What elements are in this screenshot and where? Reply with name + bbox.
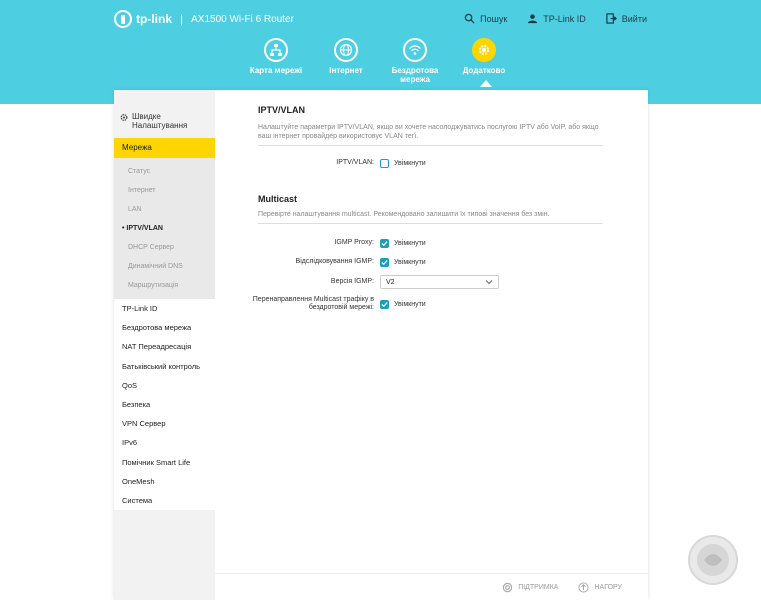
wireless-multicast-label: Перенаправлення Multicast трафіку в безд… [252,296,374,311]
sidebar-sub-dhcp-server[interactable]: DHCP Сервер [114,238,215,257]
iptv-section-title: IPTV/VLAN [258,105,306,115]
sidebar-sub-iptv-vlan[interactable]: IPTV/VLAN [114,219,215,238]
arrow-up-icon [578,581,590,593]
iptv-vlan-label: IPTV/VLAN: [336,159,374,166]
support-label: ПІДТРИМКА [518,583,559,591]
card-footer: ПІДТРИМКА НАГОРУ [215,573,648,600]
sidebar-item-parental-controls[interactable]: Батьківський контроль [114,356,215,376]
wireless-multicast-row: Перенаправлення Multicast трафіку в безд… [215,293,648,315]
sidebar-item-smart-life[interactable]: Помічник Smart Life [114,452,215,472]
sidebar-item-onemesh[interactable]: OneMesh [114,471,215,491]
wireless-multicast-option: Увімкнути [394,300,426,308]
tab-wireless[interactable]: Бездротова мережа [380,38,450,84]
check-icon [381,259,388,265]
active-tab-pointer [480,80,492,87]
sidebar-sub-dynamic-dns[interactable]: Динамічний DNS [114,257,215,276]
sidebar-item-network[interactable]: Мережа [114,138,215,158]
sidebar-item-vpn-server[interactable]: VPN Сервер [114,414,215,434]
check-icon [381,301,388,307]
settings-card: Швидке Налаштування Мережа Статус Інтерн… [114,90,648,600]
logout-label: Вийти [621,13,647,24]
multicast-section-description: Перевірте налаштування multicast. Рекоме… [258,210,603,224]
tab-network-map-label: Карта мережі [249,66,303,75]
igmp-snooping-row: Відслідковування IGMP: Увімкнути [215,254,648,270]
sidebar: Швидке Налаштування Мережа Статус Інтерн… [114,90,215,600]
tab-advanced[interactable]: Додатково [449,38,519,75]
igmp-version-select[interactable]: V2 [380,275,499,289]
tp-link-id-link[interactable]: TP-Link ID [527,13,586,24]
brand-separator: | [180,12,184,26]
sidebar-item-ipv6[interactable]: IPv6 [114,433,215,453]
search-icon [464,13,475,24]
back-to-top-label: НАГОРУ [594,583,622,591]
network-map-icon [264,38,288,62]
sidebar-item-security[interactable]: Безпека [114,394,215,415]
check-icon [381,240,388,246]
iptv-vlan-option: Увімкнути [394,159,426,167]
iptv-vlan-row: IPTV/VLAN: Увімкнути [215,155,648,171]
igmp-proxy-label: IGMP Proxy: [334,239,374,246]
support-icon [502,582,513,592]
chevron-down-icon [485,280,493,285]
sidebar-sub-internet[interactable]: Інтернет [114,181,215,200]
tp-link-id-label: TP-Link ID [543,13,586,24]
sidebar-items: TP-Link ID Бездротова мережа NAT Переадр… [114,299,215,511]
sidebar-quick-setup[interactable]: Швидке Налаштування [114,90,215,138]
brand: tp-link | AX1500 Wi-Fi 6 Router [114,10,294,28]
sidebar-subitems: Статус Інтернет LAN IPTV/VLAN DHCP Серве… [114,158,215,299]
sidebar-quick-setup-label: Швидке Налаштування [132,112,188,130]
search-link[interactable]: Пошук [464,13,507,24]
sidebar-sub-routing[interactable]: Маршрутизація [114,276,215,295]
igmp-snooping-label: Відслідковування IGMP: [295,258,374,265]
wireless-multicast-checkbox[interactable] [380,299,389,309]
search-link-label: Пошук [480,13,508,24]
tab-internet[interactable]: Інтернет [311,38,381,75]
top-header: tp-link | AX1500 Wi-Fi 6 Router Пошук TP… [0,0,761,104]
support-link[interactable]: ПІДТРИМКА [502,582,558,593]
igmp-version-row: Версія IGMP: V2 [215,274,648,290]
igmp-version-label: Версія IGMP: [330,278,374,285]
igmp-proxy-option: Увімкнути [394,239,426,247]
sidebar-sub-lan[interactable]: LAN [114,200,215,219]
iptv-vlan-checkbox[interactable] [380,158,389,168]
gear-icon [472,38,496,62]
globe-icon [334,38,358,62]
wifi-icon [403,38,427,62]
sidebar-item-tp-link-id[interactable]: TP-Link ID [114,299,215,319]
content-panel: IPTV/VLAN Налаштуйте параметри IPTV/VLAN… [215,90,648,573]
igmp-proxy-row: IGMP Proxy: Увімкнути [215,235,648,251]
brand-name: tp-link [136,12,172,26]
user-icon [528,14,538,24]
gear-small-icon [120,114,128,121]
sidebar-item-qos[interactable]: QoS [114,375,215,395]
sidebar-item-wireless[interactable]: Бездротова мережа [114,318,215,338]
iptv-section-description: Налаштуйте параметри IPTV/VLAN, якщо ви … [258,123,603,146]
multicast-section-title: Multicast [258,194,298,204]
back-to-top-link[interactable]: НАГОРУ [578,581,622,593]
sidebar-item-nat-forwarding[interactable]: NAT Переадресація [114,337,215,357]
igmp-snooping-checkbox[interactable] [380,257,389,267]
logout-link[interactable]: Вийти [606,13,647,24]
sidebar-item-system[interactable]: Система [114,490,215,511]
igmp-snooping-option: Увімкнути [394,258,426,266]
tp-link-logo-icon [114,10,132,28]
logout-icon [606,13,617,24]
tab-internet-label: Інтернет [329,66,363,75]
igmp-proxy-checkbox[interactable] [380,238,389,248]
igmp-version-value: V2 [386,278,395,286]
tab-wireless-label: Бездротова мережа [391,66,439,84]
top-links: Пошук TP-Link ID Вийти [464,13,647,24]
watermark-logo [688,535,738,585]
tab-advanced-label: Додатково [462,66,506,75]
router-model: AX1500 Wi-Fi 6 Router [191,13,294,25]
tab-network-map[interactable]: Карта мережі [241,38,311,75]
sidebar-sub-status[interactable]: Статус [114,162,215,181]
